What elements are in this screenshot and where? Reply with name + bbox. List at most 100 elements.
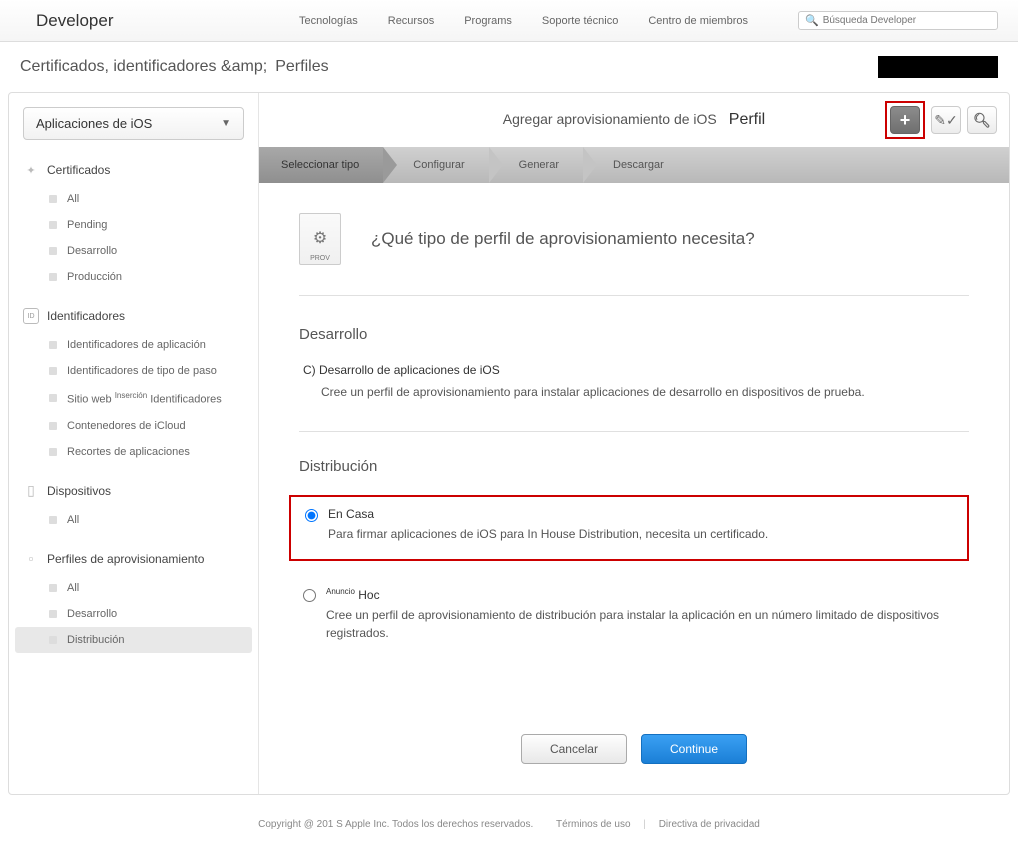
sub-header: Certificados, identificadores &amp; Perf… [0, 42, 1018, 92]
bullet-icon [49, 394, 57, 402]
nav-item-dev-all[interactable]: All [9, 507, 258, 533]
radio-inhouse[interactable] [305, 509, 318, 522]
radio-inhouse-content: En Casa Para firmar aplicaciones de iOS … [328, 507, 953, 543]
radio-group-adhoc: Anuncio Hoc Cree un perfil de aprovision… [299, 577, 969, 658]
step-configure[interactable]: Configurar [383, 147, 488, 183]
action-buttons: + ✎✓ 🔍︎ [885, 101, 997, 139]
radio-row-inhouse: En Casa Para firmar aplicaciones de iOS … [305, 507, 953, 543]
bullet-icon [49, 448, 57, 456]
nav-item-prof-desarrollo[interactable]: Desarrollo [9, 601, 258, 627]
nav-links: Tecnologías Recursos Programs Soporte té… [299, 11, 998, 30]
add-button[interactable]: + [890, 106, 920, 134]
nav-item-prof-distribucion[interactable]: Distribución [15, 627, 252, 653]
nav-link-soporte[interactable]: Soporte técnico [542, 15, 618, 27]
platform-dropdown[interactable]: Aplicaciones de iOS ▼ [23, 107, 244, 140]
step-generate[interactable]: Generar [489, 147, 583, 183]
continue-button[interactable]: Continue [641, 734, 747, 764]
magnifier-icon: 🔍︎ [973, 112, 991, 129]
step-download[interactable]: Descargar [583, 147, 688, 183]
nav-header-label: Dispositivos [47, 484, 111, 498]
hero-question: ¿Qué tipo de perfil de aprovisionamiento… [371, 229, 755, 249]
nav-item-id-recortes[interactable]: Recortes de aplicaciones [9, 439, 258, 465]
radio-adhoc-content: Anuncio Hoc Cree un perfil de aprovision… [326, 587, 965, 642]
nav-header-perfiles[interactable]: Perfiles de aprovisionamiento [9, 543, 258, 575]
dev-option-desc: Cree un perfil de aprovisionamiento para… [303, 383, 969, 401]
profile-icon [23, 551, 39, 567]
footer-separator: | [643, 819, 646, 830]
nav-header-identificadores[interactable]: ID Identificadores [9, 300, 258, 332]
bullet-icon [49, 273, 57, 281]
search-input[interactable] [823, 15, 991, 26]
hero-section: ⚙ PROV ¿Qué tipo de perfil de aprovision… [299, 213, 969, 296]
provisioning-file-icon: ⚙ PROV [299, 213, 341, 265]
content-body: ⚙ PROV ¿Qué tipo de perfil de aprovision… [259, 183, 1009, 794]
id-icon: ID [23, 308, 39, 324]
main-container: Aplicaciones de iOS ▼ Certificados All P… [8, 92, 1010, 795]
nav-item-prof-all[interactable]: All [9, 575, 258, 601]
nav-section-dispositivos: Dispositivos All [9, 475, 258, 533]
content-header: Agregar aprovisionamiento de iOS Perfil … [259, 93, 1009, 147]
content-title-main: Agregar aprovisionamiento de iOS [503, 111, 717, 127]
sidebar: Aplicaciones de iOS ▼ Certificados All P… [9, 93, 259, 794]
search-button[interactable]: 🔍︎ [967, 106, 997, 134]
wizard-steps: Seleccionar tipo Configurar Generar Desc… [259, 147, 1009, 183]
search-wrapper[interactable]: 🔍 [798, 11, 998, 30]
radio-adhoc[interactable] [303, 589, 316, 602]
dev-option-title: C) Desarrollo de aplicaciones de iOS [303, 363, 969, 377]
prov-label: PROV [310, 255, 330, 262]
nav-item-cert-produccion[interactable]: Producción [9, 264, 258, 290]
nav-header-label: Perfiles de aprovisionamiento [47, 552, 204, 566]
radio-inhouse-label: En Casa [328, 507, 953, 521]
nav-header-dispositivos[interactable]: Dispositivos [9, 475, 258, 507]
device-icon [23, 483, 39, 499]
nav-item-cert-desarrollo[interactable]: Desarrollo [9, 238, 258, 264]
footer-privacy-link[interactable]: Directiva de privacidad [659, 819, 760, 830]
nav-item-id-paso[interactable]: Identificadores de tipo de paso [9, 358, 258, 384]
edit-button[interactable]: ✎✓ [931, 106, 961, 134]
search-icon: 🔍 [805, 14, 819, 27]
nav-link-tecnologias[interactable]: Tecnologías [299, 15, 358, 27]
highlight-add: + [885, 101, 925, 139]
nav-item-id-icloud[interactable]: Contenedores de iCloud [9, 413, 258, 439]
nav-brand: Developer [36, 11, 114, 31]
account-badge [878, 56, 998, 78]
footer-terms-link[interactable]: Términos de uso [556, 819, 630, 830]
bullet-icon [49, 195, 57, 203]
dropdown-label: Aplicaciones de iOS [36, 116, 152, 131]
nav-link-miembros[interactable]: Centro de miembros [648, 15, 748, 27]
nav-section-perfiles: Perfiles de aprovisionamiento All Desarr… [9, 543, 258, 653]
bullet-icon [49, 516, 57, 524]
bullet-icon [49, 341, 57, 349]
bullet-icon [49, 584, 57, 592]
nav-item-cert-all[interactable]: All [9, 186, 258, 212]
content-area: Agregar aprovisionamiento de iOS Perfil … [259, 93, 1009, 794]
nav-item-id-sitioweb[interactable]: Sitio web Inserción Identificadores [9, 384, 258, 413]
sub-title-2: Perfiles [275, 58, 328, 76]
nav-header-certificados[interactable]: Certificados [9, 154, 258, 186]
bullet-icon [49, 636, 57, 644]
section-divider [299, 431, 969, 432]
radio-adhoc-label: Anuncio Hoc [326, 587, 965, 602]
nav-item-cert-pending[interactable]: Pending [9, 212, 258, 238]
content-title-sub: Perfil [729, 111, 765, 129]
top-navigation: Developer Tecnologías Recursos Programs … [0, 0, 1018, 42]
cancel-button[interactable]: Cancelar [521, 734, 627, 764]
dev-option: C) Desarrollo de aplicaciones de iOS Cre… [299, 363, 969, 401]
nav-link-programs[interactable]: Programs [464, 15, 512, 27]
plus-icon: + [900, 110, 911, 131]
nav-link-recursos[interactable]: Recursos [388, 15, 434, 27]
nav-header-label: Certificados [47, 163, 110, 177]
bullet-icon [49, 367, 57, 375]
bullet-icon [49, 247, 57, 255]
page-footer: Copyright @ 201 S Apple Inc. Todos los d… [0, 795, 1018, 844]
nav-section-certificados: Certificados All Pending Desarrollo Prod… [9, 154, 258, 290]
certificate-icon [23, 162, 39, 178]
radio-row-adhoc: Anuncio Hoc Cree un perfil de aprovision… [303, 587, 965, 642]
section-heading-desarrollo: Desarrollo [299, 326, 969, 343]
nav-item-id-app[interactable]: Identificadores de aplicación [9, 332, 258, 358]
bullet-icon [49, 422, 57, 430]
sub-title-1: Certificados, identificadores &amp; [20, 58, 267, 76]
nav-header-label: Identificadores [47, 309, 125, 323]
nav-section-identificadores: ID Identificadores Identificadores de ap… [9, 300, 258, 465]
step-select-type[interactable]: Seleccionar tipo [259, 147, 383, 183]
